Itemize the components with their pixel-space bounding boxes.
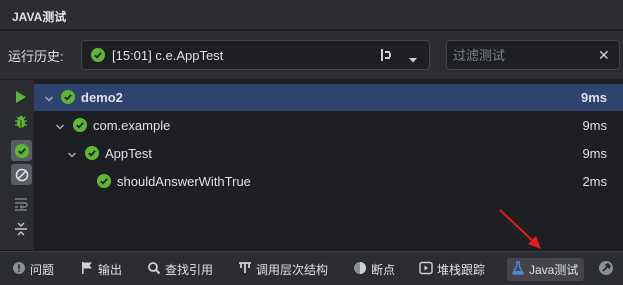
tab-problems[interactable]: 问题 <box>12 258 54 281</box>
panel-title: JAVA测试 <box>12 10 67 24</box>
run-history-selected: [15:01] c.e.AppTest <box>112 48 224 63</box>
chevron-down-icon[interactable] <box>55 120 65 135</box>
tab-java-test[interactable]: Java测试 <box>507 258 585 281</box>
warning-icon <box>12 261 26 278</box>
tab-label: 调用层次结构 <box>256 263 329 277</box>
tab-stack-trace[interactable]: 堆栈跟踪 <box>419 258 485 281</box>
tree-row-class[interactable]: AppTest 9ms <box>34 140 623 167</box>
tab-output[interactable]: 输出 <box>80 258 122 281</box>
collapse-all-icon[interactable] <box>10 218 32 240</box>
tree-row-project[interactable]: demo2 9ms <box>34 84 623 111</box>
close-icon[interactable]: ✕ <box>598 47 610 64</box>
flask-icon <box>511 261 525 278</box>
tab-call-hierarchy[interactable]: 调用层次结构 <box>238 258 328 281</box>
bottom-panel-tabs: 问题 输出 查找引用 调用层次结构 断点 堆栈跟踪 Java测试 <box>0 251 623 285</box>
test-toolbar <box>0 80 34 250</box>
search-icon <box>147 261 161 278</box>
tab-label: Java测试 <box>529 263 579 277</box>
tab-label: 问题 <box>30 263 55 277</box>
tree-node-label: demo2 <box>81 90 123 105</box>
panel-title-bar: JAVA测试 <box>0 0 623 30</box>
test-duration: 2ms <box>582 174 607 189</box>
hammer-icon <box>598 260 614 279</box>
debug-bug-icon[interactable] <box>10 111 32 133</box>
stack-trace-icon <box>419 261 433 278</box>
tree-row-package[interactable]: com.example 9ms <box>34 112 623 139</box>
tab-label: 断点 <box>371 263 396 277</box>
show-ignored-icon[interactable] <box>11 164 32 185</box>
show-passed-icon[interactable] <box>11 140 32 161</box>
tree-node-label: com.example <box>93 118 171 133</box>
tree-row-method[interactable]: shouldAnswerWithTrue 2ms <box>34 168 623 195</box>
layout-toggle-icon[interactable] <box>380 48 394 65</box>
test-duration: 9ms <box>582 118 607 133</box>
run-history-dropdown[interactable]: [15:01] c.e.AppTest <box>81 40 430 70</box>
passed-check-icon <box>97 174 111 191</box>
flag-icon <box>80 261 94 278</box>
tab-find-references[interactable]: 查找引用 <box>147 258 213 281</box>
tab-breakpoints[interactable]: 断点 <box>353 258 395 281</box>
tab-label: 查找引用 <box>165 263 214 277</box>
tree-node-label: AppTest <box>105 146 152 161</box>
chevron-down-icon[interactable] <box>408 52 418 67</box>
passed-check-icon <box>85 146 99 163</box>
tab-overflow[interactable] <box>598 258 614 281</box>
tab-label: 输出 <box>98 263 123 277</box>
chevron-down-icon[interactable] <box>44 92 54 107</box>
chevron-down-icon[interactable] <box>67 148 77 163</box>
passed-check-icon <box>91 48 105 65</box>
passed-check-icon <box>73 118 87 135</box>
soft-wrap-icon[interactable] <box>10 193 32 215</box>
tab-label: 堆栈跟踪 <box>437 263 486 277</box>
run-history-label: 运行历史: <box>8 49 64 64</box>
test-results-tree: demo2 9ms com.example 9ms AppTest 9ms sh… <box>34 80 623 250</box>
test-duration: 9ms <box>582 146 607 161</box>
hierarchy-icon <box>238 261 252 278</box>
tree-node-label: shouldAnswerWithTrue <box>117 174 251 189</box>
run-icon[interactable] <box>10 86 32 108</box>
test-duration: 9ms <box>580 90 607 105</box>
filter-tests-input[interactable] <box>453 46 593 64</box>
breakpoint-icon <box>353 261 367 278</box>
passed-check-icon <box>61 90 75 107</box>
run-history-row: 运行历史: [15:01] c.e.AppTest ✕ <box>0 31 623 79</box>
filter-tests-field[interactable]: ✕ <box>446 40 620 70</box>
